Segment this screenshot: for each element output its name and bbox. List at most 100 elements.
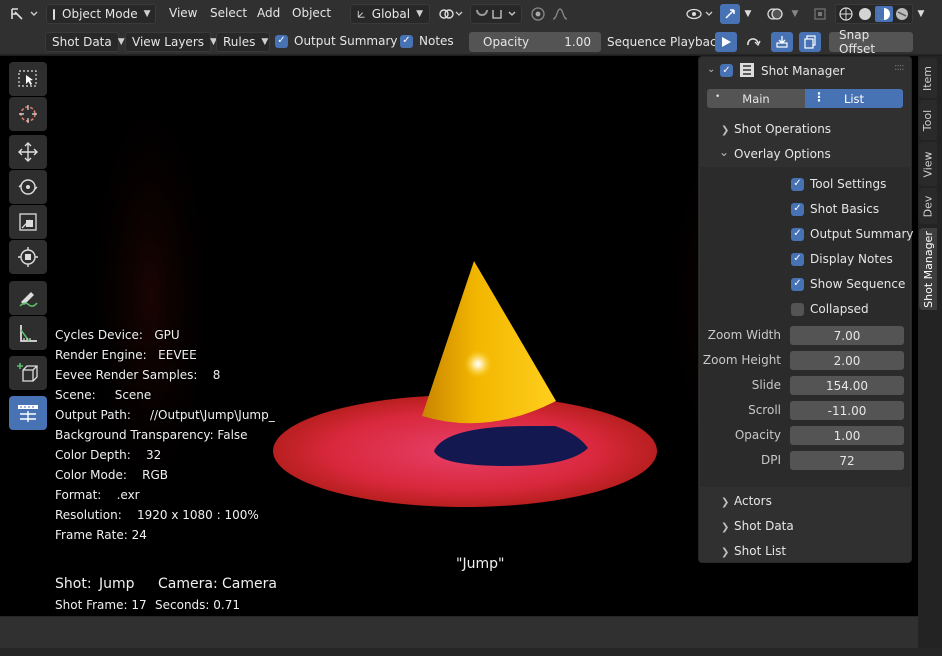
section-shot-data[interactable]: ❯ Shot Data (699, 518, 913, 536)
section-actors[interactable]: ❯ Actors (699, 493, 913, 511)
loop-button[interactable] (742, 32, 764, 52)
drag-handle-icon[interactable]: :::: (894, 62, 905, 73)
notes-checkbox[interactable]: ✓ Notes (400, 34, 454, 48)
move-tool[interactable] (9, 135, 47, 169)
checkbox-label: Output Summary (810, 227, 914, 241)
visibility-eye-icon[interactable] (684, 4, 716, 24)
zoom-width-field[interactable]: 7.00 (790, 326, 904, 345)
editor-type-icon[interactable] (6, 4, 42, 24)
section-shot-list[interactable]: ❯ Shot List (699, 543, 913, 561)
orientation-icon (357, 10, 365, 18)
section-label: Shot Data (734, 519, 794, 533)
output-summary-panel-checkbox[interactable]: ✓ Output Summary (791, 227, 914, 241)
rotate-tool[interactable] (9, 170, 47, 204)
color-mode-text: Color Mode: RGB (55, 468, 169, 482)
shot-label: Shot: (55, 576, 92, 592)
shading-mode-group[interactable] (835, 4, 913, 24)
sequence-export-button[interactable] (771, 32, 793, 52)
xray-toggle-icon[interactable] (811, 4, 829, 24)
checkbox-label: Display Notes (810, 252, 893, 266)
panel-enable-checkbox[interactable]: ✓ (720, 64, 733, 77)
add-cube-tool[interactable] (9, 356, 47, 390)
chevron-down-icon: ▼ (261, 37, 269, 47)
select-box-tool[interactable] (9, 62, 47, 96)
section-overlay-options[interactable]: ⌄ Overlay Options (699, 145, 913, 164)
chevron-down-icon: ▼ (143, 9, 151, 19)
shot-manager-panel: ⌄ ✓ Shot Manager :::: • Main ⋮ List ❯ Sh… (698, 56, 914, 563)
pivot-point-icon[interactable] (436, 4, 466, 24)
shot-data-dropdown[interactable]: Shot Data ▼ (45, 32, 125, 52)
chevron-down-icon[interactable]: ▼ (741, 4, 755, 24)
seconds-text: Seconds: 0.71 (155, 598, 240, 612)
view-layers-dropdown[interactable]: View Layers ▼ (125, 32, 217, 52)
notes-label: Notes (419, 34, 454, 48)
scroll-field[interactable]: -11.00 (790, 401, 904, 420)
rules-dropdown[interactable]: Rules ▼ (216, 32, 270, 52)
measure-tool[interactable] (9, 316, 47, 350)
checkmark-icon: ✓ (791, 227, 804, 241)
section-shot-operations[interactable]: ❯ Shot Operations (699, 121, 913, 139)
menu-view[interactable]: View (169, 6, 197, 20)
tab-tool[interactable]: Tool (919, 100, 937, 140)
tool-settings-checkbox[interactable]: ✓ Tool Settings (791, 177, 886, 191)
chevron-down-icon[interactable]: ⌄ (707, 64, 715, 75)
menu-object[interactable]: Object (292, 6, 331, 20)
section-label: Actors (734, 494, 772, 508)
tab-view[interactable]: View (919, 142, 937, 186)
scale-tool[interactable] (9, 205, 47, 239)
menu-add[interactable]: Add (257, 6, 280, 20)
panel-header[interactable]: ⌄ ✓ Shot Manager :::: (699, 62, 913, 82)
select-box-icon (18, 70, 37, 87)
gizmo-toggle-icon[interactable] (720, 4, 740, 24)
tool-settings-bar: Shot Data ▼ View Layers ▼ Rules ▼ ✓ Outp… (0, 28, 942, 56)
tab-label: Tool (921, 109, 935, 131)
collapsed-checkbox[interactable]: Collapsed (791, 302, 869, 316)
tab-label: Dev (921, 195, 935, 217)
tab-item[interactable]: Item (919, 58, 937, 98)
snap-toggle[interactable] (470, 4, 522, 24)
chevron-down-icon[interactable]: ▼ (788, 4, 802, 24)
chevron-down-icon[interactable]: ▼ (914, 4, 928, 24)
checkmark-icon: ✓ (400, 34, 413, 48)
mode-tabs: • Main ⋮ List (707, 89, 903, 108)
zoom-height-label: Zoom Height (702, 353, 781, 367)
shot-basics-checkbox[interactable]: ✓ Shot Basics (791, 202, 879, 216)
dpi-label: DPI (760, 453, 781, 467)
tab-list[interactable]: ⋮ List (805, 89, 903, 108)
transform-tool[interactable] (9, 240, 47, 274)
annotate-tool[interactable] (9, 281, 47, 315)
camera-value: Camera (222, 576, 277, 592)
dpi-field[interactable]: 72 (790, 451, 904, 470)
mode-dropdown[interactable]: Object Mode ▼ (46, 4, 156, 24)
tab-label: View (921, 150, 935, 178)
play-sequence-button[interactable] (715, 32, 737, 52)
transform-orientation-dropdown[interactable]: Global ▼ (350, 4, 430, 24)
loop-icon (747, 38, 761, 47)
mode-label: Object Mode (62, 7, 138, 21)
output-summary-checkbox[interactable]: ✓ Output Summary (275, 34, 398, 48)
viewport-header: Object Mode ▼ View Select Add Object Glo… (0, 0, 942, 28)
opacity-slider[interactable]: Opacity 1.00 (469, 32, 601, 52)
falloff-icon[interactable] (549, 4, 575, 24)
scroll-label: Scroll (748, 403, 781, 417)
zoom-height-field[interactable]: 2.00 (790, 351, 904, 370)
opacity-label: Opacity (483, 35, 530, 49)
shot-value: Jump (99, 576, 135, 592)
tab-main[interactable]: • Main (707, 89, 805, 108)
tab-shot-manager[interactable]: Shot Manager (919, 228, 937, 310)
opacity-field[interactable]: 1.00 (790, 426, 904, 445)
menu-select[interactable]: Select (210, 6, 247, 20)
shot-manager-tool[interactable] (9, 396, 47, 430)
sequence-copy-button[interactable] (799, 32, 821, 52)
chevron-down-icon: ▼ (117, 37, 125, 47)
opacity-label: Opacity (734, 428, 781, 442)
show-sequence-checkbox[interactable]: ✓ Show Sequence (791, 277, 905, 291)
cursor-tool[interactable] (9, 97, 47, 131)
overlays-icon[interactable] (764, 4, 786, 24)
slide-field[interactable]: 154.00 (790, 376, 904, 395)
snap-offset-button[interactable]: Snap Offset (829, 28, 913, 56)
proportional-edit-icon[interactable] (528, 4, 548, 24)
display-notes-checkbox[interactable]: ✓ Display Notes (791, 252, 893, 266)
tab-dev[interactable]: Dev (919, 188, 937, 224)
snap-offset-label: Snap Offset (839, 28, 876, 56)
